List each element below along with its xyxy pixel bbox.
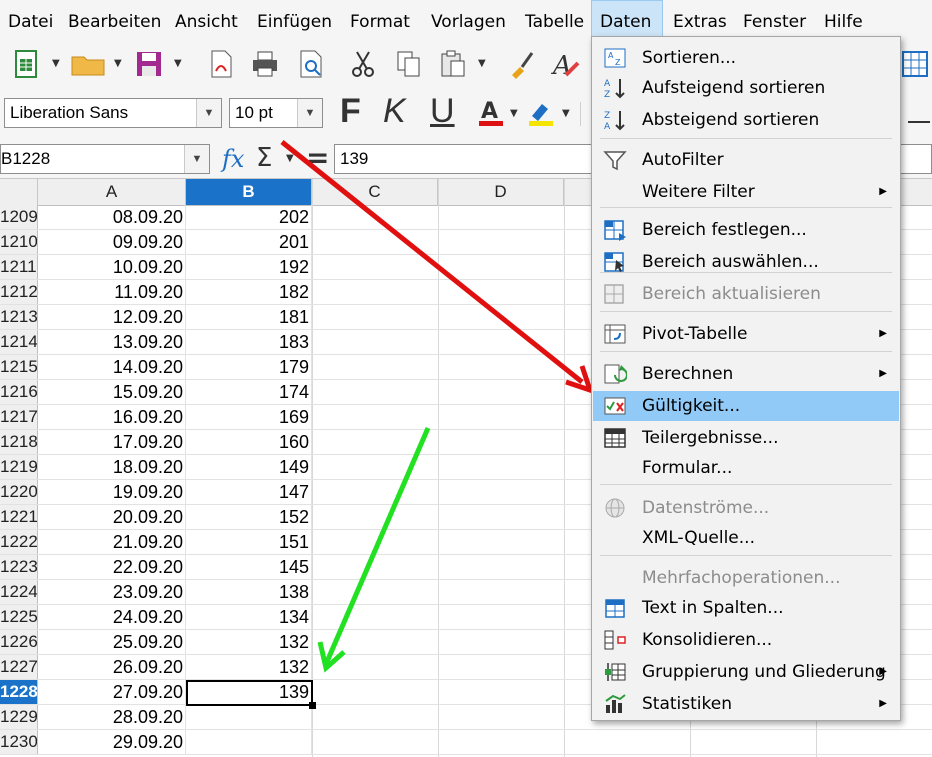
menu-item-mehrfachoperationen: Mehrfachoperationen... — [593, 563, 899, 593]
menu-item-gültigkeit[interactable]: Gültigkeit... — [593, 391, 899, 421]
menu-separator — [600, 138, 892, 139]
menu-item-label: Bereich aktualisieren — [642, 284, 821, 304]
menu-item-autofilter[interactable]: AutoFilter — [593, 145, 899, 175]
consolidate-icon — [603, 629, 627, 651]
menu-item-berechnen[interactable]: Berechnen ▶ — [593, 359, 899, 389]
menu-separator — [600, 272, 892, 273]
menu-item-statistiken[interactable]: Statistiken ▶ — [593, 689, 899, 719]
menu-separator — [600, 484, 892, 485]
data-streams-icon — [603, 497, 627, 519]
refresh-range-icon — [603, 283, 627, 305]
menu-item-text-in-spalten[interactable]: Text in Spalten... — [593, 593, 899, 623]
menu-item-label: Gruppierung und Gliederung — [642, 662, 886, 682]
validity-icon — [603, 395, 627, 417]
menu-separator — [600, 311, 892, 312]
submenu-arrow-icon: ▶ — [879, 666, 887, 677]
menu-item-label: Bereich festlegen... — [642, 220, 807, 240]
menu-item-bereich-festlegen[interactable]: Bereich festlegen... — [593, 215, 899, 245]
menu-item-label: Sortieren... — [642, 48, 737, 68]
menu-item-label: AutoFilter — [642, 150, 724, 170]
calculate-icon — [603, 363, 628, 385]
statistics-icon — [603, 693, 627, 715]
menu-item-label: Berechnen — [642, 364, 734, 384]
menu-item-label: Absteigend sortieren — [642, 110, 820, 130]
select-range-icon — [603, 251, 627, 273]
submenu-arrow-icon: ▶ — [879, 186, 887, 197]
submenu-arrow-icon: ▶ — [879, 698, 887, 709]
svg-text:Z: Z — [615, 58, 621, 67]
define-range-icon — [603, 219, 627, 241]
menu-item-sortieren[interactable]: A Z Sortieren... — [593, 43, 899, 73]
pivot-table-icon — [603, 323, 627, 345]
autofilter-icon — [603, 149, 627, 171]
svg-text:A: A — [604, 79, 611, 89]
svg-text:A: A — [604, 122, 611, 131]
menu-item-label: Text in Spalten... — [642, 598, 784, 618]
sort-icon: AZ — [603, 47, 627, 69]
sort-ascending-icon: AZ — [603, 77, 627, 100]
menu-item-label: Mehrfachoperationen... — [642, 568, 841, 588]
group-outline-icon — [603, 661, 627, 683]
menu-item-formular[interactable]: Formular... — [593, 453, 899, 483]
menu-item-weitere-filter[interactable]: Weitere Filter ▶ — [593, 177, 899, 207]
green-arrow-line — [323, 427, 431, 665]
menu-item-bereich-aktualisieren: Bereich aktualisieren — [593, 279, 899, 309]
menu-item-konsolidieren[interactable]: Konsolidieren... — [593, 625, 899, 655]
menu-item-label: Teilergebnisse... — [642, 428, 779, 448]
sort-descending-icon: ZA — [603, 109, 627, 132]
data-menu-dropdown: A Z Sortieren... A Z Aufsteigend sortieren Z A A… — [591, 36, 901, 721]
menu-separator — [600, 555, 892, 556]
subtotals-icon — [603, 427, 627, 449]
menu-item-label: Pivot-Tabelle — [642, 324, 748, 344]
menu-item-absteigend-sortieren[interactable]: Z A Absteigend sortieren — [593, 105, 899, 135]
submenu-arrow-icon: ▶ — [879, 368, 887, 379]
svg-text:Z: Z — [604, 111, 610, 121]
menu-item-label: Weitere Filter — [642, 182, 755, 202]
menu-item-teilergebnisse[interactable]: Teilergebnisse... — [593, 423, 899, 453]
menu-item-pivot-tabelle[interactable]: Pivot-Tabelle ▶ — [593, 319, 899, 349]
menu-item-gruppierung-und-gliederung[interactable]: Gruppierung und Gliederung ▶ — [593, 657, 899, 687]
menu-separator — [600, 207, 892, 208]
menu-item-label: Gültigkeit... — [642, 396, 741, 416]
text-to-columns-icon — [603, 597, 627, 619]
svg-text:A: A — [608, 51, 614, 60]
menu-item-label: Statistiken — [642, 694, 732, 714]
menu-item-label: XML-Quelle... — [642, 528, 755, 548]
menu-item-label: Aufsteigend sortieren — [642, 78, 826, 98]
menu-item-label: Datenströme... — [642, 498, 770, 518]
menu-item-label: Konsolidieren... — [642, 630, 773, 650]
svg-text:Z: Z — [604, 90, 610, 99]
menu-item-label: Formular... — [642, 458, 733, 478]
red-arrow-line — [280, 140, 584, 384]
menu-item-aufsteigend-sortieren[interactable]: A Z Aufsteigend sortieren — [593, 73, 899, 103]
submenu-arrow-icon: ▶ — [879, 328, 887, 339]
menu-item-xml-quelle[interactable]: XML-Quelle... — [593, 523, 899, 553]
menu-separator — [600, 351, 892, 352]
menu-item-datenströme: Datenströme... — [593, 493, 899, 523]
